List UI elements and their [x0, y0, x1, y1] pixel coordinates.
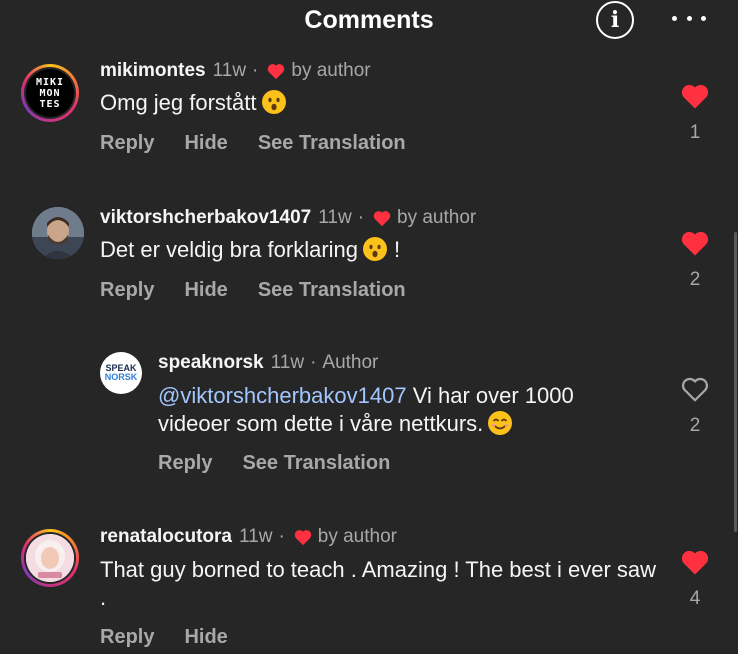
- timestamp: 11w: [318, 207, 352, 228]
- comments-header: Comments i: [0, 0, 738, 44]
- reply-button[interactable]: Reply: [100, 626, 154, 649]
- author-label: Author: [322, 352, 379, 373]
- comment-text-content: Det er veldig bra forklaring: [100, 237, 359, 262]
- see-translation-button[interactable]: See Translation: [242, 452, 390, 475]
- username[interactable]: mikimontes: [100, 60, 206, 82]
- like-button[interactable]: 2: [675, 229, 715, 291]
- hide-button[interactable]: Hide: [184, 279, 227, 302]
- author-tag: by author: [317, 526, 397, 547]
- like-count: 2: [689, 415, 701, 436]
- username[interactable]: speaknorsk: [158, 352, 264, 374]
- timestamp: 11w: [238, 526, 273, 547]
- separator: ·: [310, 352, 317, 373]
- reply-button[interactable]: Reply: [100, 132, 154, 155]
- timestamp: 11w: [270, 352, 305, 373]
- avatar[interactable]: MIKI MON TES: [21, 64, 79, 122]
- person-photo-icon: [32, 207, 84, 259]
- comment-text: @viktorshcherbakov1407 Vi har over 1000 …: [158, 382, 648, 438]
- like-count: 1: [689, 122, 701, 143]
- avatar[interactable]: [32, 207, 84, 259]
- heart-outline-icon[interactable]: [680, 375, 710, 403]
- username[interactable]: renatalocutora: [100, 526, 232, 548]
- liked-by-author-heart-icon: [294, 530, 312, 546]
- heart-filled-icon[interactable]: [680, 229, 710, 257]
- comment-text-suffix: !: [394, 237, 401, 262]
- comment-text: That guy borned to teach . Amazing ! The…: [100, 557, 657, 610]
- like-button[interactable]: 4: [675, 548, 715, 610]
- separator: ·: [357, 207, 365, 228]
- author-tag: by author: [291, 60, 371, 81]
- avatar[interactable]: [21, 529, 79, 587]
- avatar-text: MON: [39, 87, 61, 99]
- surprised-emoji-icon: [363, 237, 388, 261]
- like-button[interactable]: 2: [675, 375, 715, 437]
- reply-button[interactable]: Reply: [158, 452, 212, 475]
- author-tag: by author: [397, 207, 477, 228]
- heart-filled-icon[interactable]: [680, 548, 710, 576]
- separator: ·: [278, 526, 285, 547]
- like-count: 4: [689, 588, 701, 609]
- smiling-emoji-icon: [488, 411, 513, 435]
- separator: ·: [252, 60, 259, 81]
- avatar-text: TES: [39, 98, 61, 110]
- heart-filled-icon[interactable]: [680, 82, 710, 110]
- see-translation-button[interactable]: See Translation: [258, 132, 406, 155]
- comment-text-content: Omg jeg forstått: [100, 90, 257, 115]
- username[interactable]: viktorshcherbakov1407: [100, 207, 311, 229]
- scrollbar[interactable]: [734, 232, 737, 532]
- timestamp: 11w: [212, 60, 247, 81]
- liked-by-author-heart-icon: [373, 211, 391, 227]
- like-count: 2: [689, 269, 701, 290]
- avatar-text: NORSK: [104, 372, 138, 382]
- see-translation-button[interactable]: See Translation: [258, 279, 406, 302]
- info-icon[interactable]: i: [596, 1, 634, 39]
- hide-button[interactable]: Hide: [184, 132, 227, 155]
- avatar[interactable]: SPEAK NORSK: [100, 352, 142, 394]
- person-photo-icon: [26, 534, 74, 582]
- avatar-text: MIKI: [35, 76, 65, 88]
- hide-button[interactable]: Hide: [184, 626, 227, 649]
- more-icon[interactable]: [672, 6, 706, 30]
- comment-text: Det er veldig bra forklaring!: [100, 236, 400, 264]
- comment-text: Omg jeg forstått: [100, 89, 287, 117]
- mention-link[interactable]: @viktorshcherbakov1407: [158, 383, 407, 408]
- like-button[interactable]: 1: [675, 82, 715, 144]
- surprised-emoji-icon: [261, 90, 286, 114]
- reply-button[interactable]: Reply: [100, 279, 154, 302]
- liked-by-author-heart-icon: [268, 64, 285, 80]
